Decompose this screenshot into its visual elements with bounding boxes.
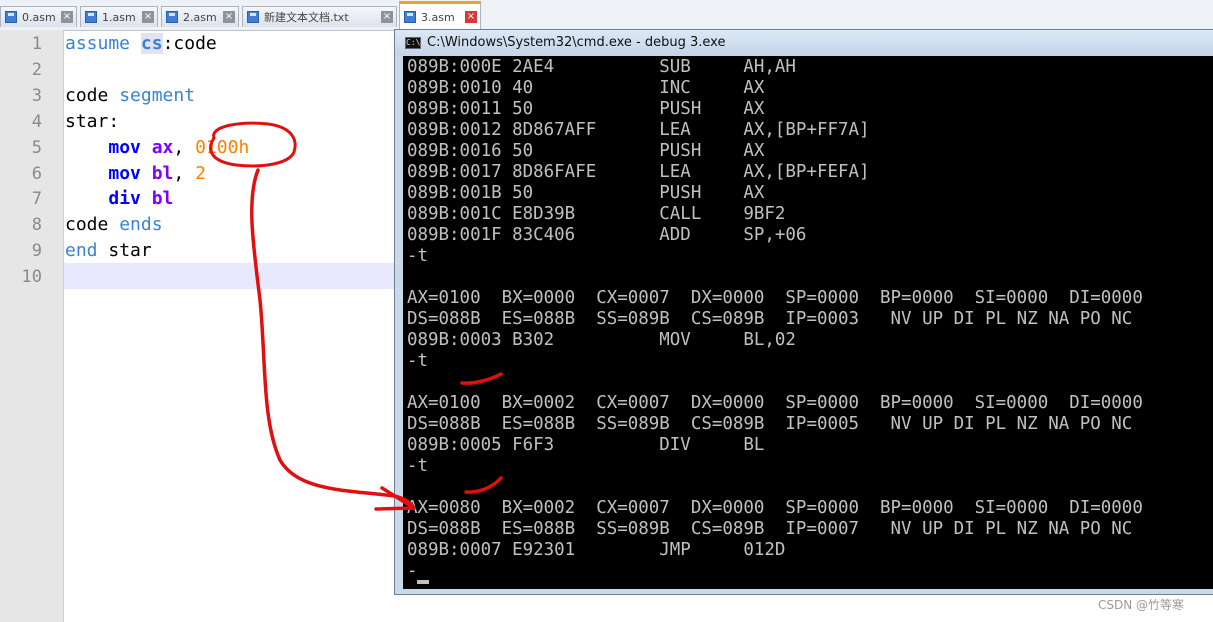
code-line-1: assume cs:code: [65, 31, 217, 57]
number: 2: [195, 163, 206, 184]
instruction: div: [108, 188, 141, 209]
console-line: DS=088B ES=088B SS=089B CS=089B IP=0007 …: [407, 518, 1133, 539]
console-line: 089B:0010 40 INC AX: [407, 77, 765, 98]
file-saved-icon: [166, 11, 178, 23]
code-line-7: div bl: [65, 186, 173, 212]
console-line: DS=088B ES=088B SS=089B CS=089B IP=0005 …: [407, 413, 1133, 434]
current-line-highlight: [64, 263, 404, 289]
file-saved-icon: [404, 11, 416, 23]
line-number: 9: [31, 241, 42, 261]
console-line: AX=0080 BX=0002 CX=0007 DX=0000 SP=0000 …: [407, 497, 1143, 518]
console-line: 089B:000E 2AE4 SUB AH,AH: [407, 56, 796, 77]
line-number: 8: [31, 215, 42, 235]
line-number: 2: [31, 60, 42, 80]
file-saved-icon: [85, 11, 97, 23]
console-line: DS=088B ES=088B SS=089B CS=089B IP=0003 …: [407, 308, 1133, 329]
register: cs: [140, 33, 163, 54]
console-output[interactable]: 089B:000E 2AE4 SUB AH,AH 089B:0010 40 INC…: [403, 56, 1213, 589]
console-line: 089B:0007 E92301 JMP 012D: [407, 539, 786, 560]
cmd-title-bar[interactable]: C:\ C:\Windows\System32\cmd.exe - debug …: [395, 30, 1213, 55]
cmd-window-title: C:\Windows\System32\cmd.exe - debug 3.ex…: [427, 35, 726, 50]
tab-3-asm[interactable]: 3.asm ×: [399, 1, 481, 30]
code-text: code: [65, 85, 109, 106]
console-line: 089B:001B 50 PUSH AX: [407, 182, 765, 203]
file-saved-icon: [5, 11, 17, 23]
close-icon[interactable]: ×: [61, 11, 73, 23]
watermark: CSDN @竹等寒: [1098, 598, 1185, 612]
code-line-5: mov ax, 0100h: [108, 137, 250, 158]
number: 0100h: [195, 137, 250, 158]
code-text: star: [108, 240, 152, 261]
file-saved-icon: [247, 11, 259, 23]
code-line-4: star:: [65, 109, 119, 135]
line-number-gutter: 1 2 3 4 5 6 7 8 9 10: [0, 30, 64, 622]
tab-2-asm[interactable]: 2.asm ×: [161, 6, 239, 27]
console-line: AX=0100 BX=0002 CX=0007 DX=0000 SP=0000 …: [407, 392, 1143, 413]
console-line: 089B:0005 F6F3 DIV BL: [407, 434, 765, 455]
console-line: -t: [407, 245, 429, 266]
text-cursor: [417, 580, 429, 584]
close-icon[interactable]: ×: [381, 11, 393, 23]
keyword: assume: [65, 33, 131, 54]
console-line: -: [407, 560, 418, 581]
tab-bar: 0.asm × 1.asm × 2.asm × 新建文本文档.txt × 3.a…: [0, 0, 1213, 31]
console-line: 089B:0003 B302 MOV BL,02: [407, 329, 796, 350]
keyword: ends: [119, 214, 163, 235]
close-icon[interactable]: ×: [223, 11, 235, 23]
console-line: 089B:0011 50 PUSH AX: [407, 98, 765, 119]
tab-label: 2.asm: [183, 10, 217, 24]
tab-1-asm[interactable]: 1.asm ×: [80, 6, 158, 27]
line-number: 3: [31, 86, 42, 106]
keyword: end: [65, 240, 98, 261]
console-icon: C:\: [405, 36, 421, 49]
instruction: mov: [108, 137, 141, 158]
line-number: 10: [21, 267, 42, 287]
keyword: segment: [119, 85, 196, 106]
line-number: 1: [31, 34, 42, 54]
tab-new-text-document[interactable]: 新建文本文档.txt ×: [242, 6, 397, 27]
code-line-9: end star: [65, 238, 152, 264]
line-number: 6: [31, 164, 42, 184]
console-line: 089B:0016 50 PUSH AX: [407, 140, 765, 161]
console-line: 089B:0017 8D86FAFE LEA AX,[BP+FEFA]: [407, 161, 870, 182]
register: ax: [151, 137, 174, 158]
register: bl: [151, 188, 174, 209]
console-line: AX=0100 BX=0000 CX=0007 DX=0000 SP=0000 …: [407, 287, 1143, 308]
console-line: 089B:001C E8D39B CALL 9BF2: [407, 203, 786, 224]
code-text: :code: [162, 33, 217, 54]
tab-label: 3.asm: [421, 10, 455, 24]
tab-0-asm[interactable]: 0.asm ×: [0, 6, 77, 27]
line-number: 5: [31, 138, 42, 158]
tab-label: 1.asm: [102, 10, 136, 24]
label: star:: [65, 111, 120, 132]
instruction: mov: [108, 163, 141, 184]
code-line-6: mov bl, 2: [108, 163, 206, 184]
code-line-8: code ends: [65, 212, 163, 238]
register: bl: [151, 163, 174, 184]
line-number: 4: [31, 112, 42, 132]
console-line: 089B:0012 8D867AFF LEA AX,[BP+FF7A]: [407, 119, 870, 140]
code-text: code: [65, 214, 109, 235]
code-line-3: code segment: [65, 83, 195, 109]
line-number: 7: [31, 189, 42, 209]
close-icon[interactable]: ×: [465, 11, 477, 23]
tab-label: 0.asm: [22, 10, 56, 24]
console-line: -t: [407, 350, 429, 371]
tab-label: 新建文本文档.txt: [264, 11, 349, 24]
close-icon[interactable]: ×: [142, 11, 154, 23]
cmd-window[interactable]: C:\ C:\Windows\System32\cmd.exe - debug …: [394, 29, 1213, 595]
console-line: -t: [407, 455, 429, 476]
console-line: 089B:001F 83C406 ADD SP,+06: [407, 224, 807, 245]
